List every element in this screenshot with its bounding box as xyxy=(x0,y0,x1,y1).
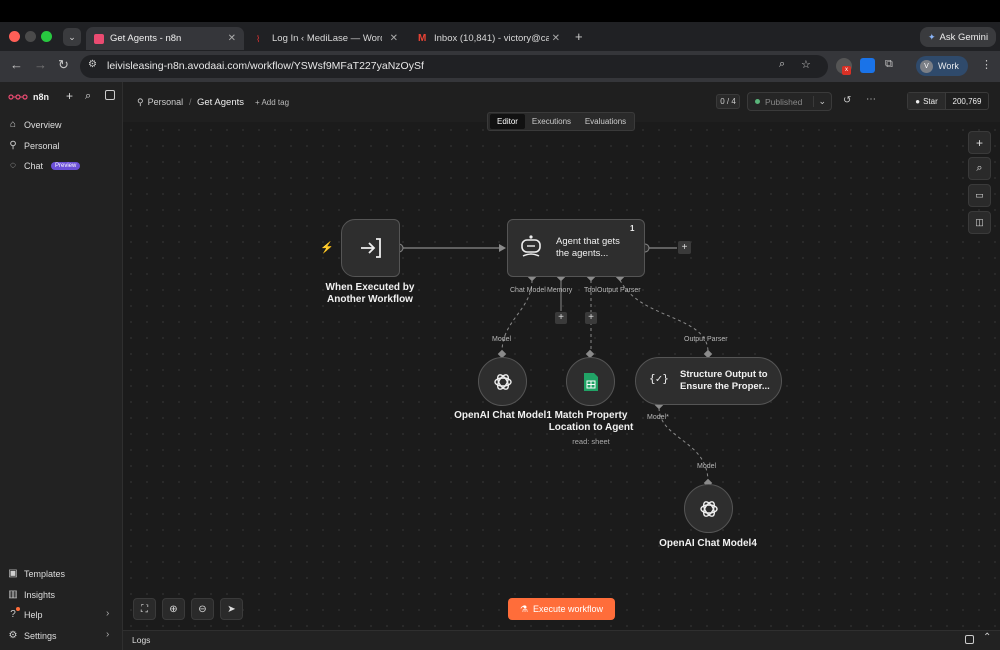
trigger-node[interactable] xyxy=(341,219,400,277)
port-label-chat-model: Chat Model xyxy=(510,287,546,294)
match-property-sublabel: read: sheet xyxy=(572,437,610,446)
title-line: the agents... xyxy=(556,248,609,259)
trigger-node-label: When Executed by Another Workflow xyxy=(305,282,435,306)
logs-panel-bar[interactable] xyxy=(123,630,1000,650)
fit-view-icon[interactable]: ⛶ xyxy=(133,598,156,620)
openai-icon xyxy=(699,500,718,517)
openai-chat-model1-node[interactable] xyxy=(478,357,527,406)
lightning-trigger-icon: ⚡ xyxy=(320,242,334,254)
braces-icon: {✓} xyxy=(649,372,669,385)
openai-chat-model4-label: OpenAI Chat Model4 xyxy=(659,538,757,549)
port-label-tool: Tool xyxy=(584,287,597,294)
label-line: Another Workflow xyxy=(327,294,413,305)
model-required-port-label: Model* xyxy=(647,414,669,421)
google-sheets-icon xyxy=(583,372,598,391)
agent-node-badge: 1 xyxy=(630,224,635,233)
execute-workflow-button[interactable]: ⚗ Execute workflow xyxy=(508,598,615,620)
add-tool-plus-icon[interactable]: + xyxy=(585,312,597,324)
add-memory-plus-icon[interactable]: + xyxy=(555,312,567,324)
agent-node-title: Agent that gets the agents... xyxy=(556,236,620,260)
logs-popout-icon[interactable] xyxy=(965,635,974,644)
structure-output-title: Structure Output to Ensure the Proper... xyxy=(680,369,770,393)
port-label-output-parser: Output Parser xyxy=(597,287,641,294)
title-line: Agent that gets xyxy=(556,236,620,247)
title-line: Ensure the Proper... xyxy=(680,381,770,392)
zoom-in-icon[interactable]: ⊕ xyxy=(162,598,185,620)
output-parser-port-label: Output Parser xyxy=(684,336,728,343)
match-property-label: Match Property Location to Agent xyxy=(540,410,642,434)
logs-label: Logs xyxy=(132,635,151,645)
zoom-out-icon[interactable]: ⊖ xyxy=(191,598,214,620)
label-line: When Executed by xyxy=(325,282,415,293)
robot-icon xyxy=(521,235,541,257)
label-line: Location to Agent xyxy=(548,422,634,433)
title-line: Structure Output to xyxy=(680,369,768,380)
label-line: Match Property xyxy=(554,410,628,421)
match-property-node[interactable] xyxy=(566,357,615,406)
add-next-node-plus-icon[interactable]: + xyxy=(678,241,691,254)
model-port-label: Model xyxy=(697,463,717,470)
enter-arrow-icon xyxy=(360,238,381,258)
model-port-label: Model xyxy=(492,336,512,343)
connections-layer xyxy=(394,243,713,488)
logs-expand-chevron-icon[interactable]: ⌃ xyxy=(983,632,991,643)
port-label-memory: Memory xyxy=(547,287,573,294)
openai-icon xyxy=(493,373,512,390)
openai-chat-model4-node[interactable] xyxy=(684,484,733,533)
arrow-head-icon xyxy=(499,244,506,252)
cursor-tool-icon[interactable]: ➤ xyxy=(220,598,243,620)
execute-workflow-label: Execute workflow xyxy=(533,604,604,614)
flask-icon: ⚗ xyxy=(519,603,529,614)
